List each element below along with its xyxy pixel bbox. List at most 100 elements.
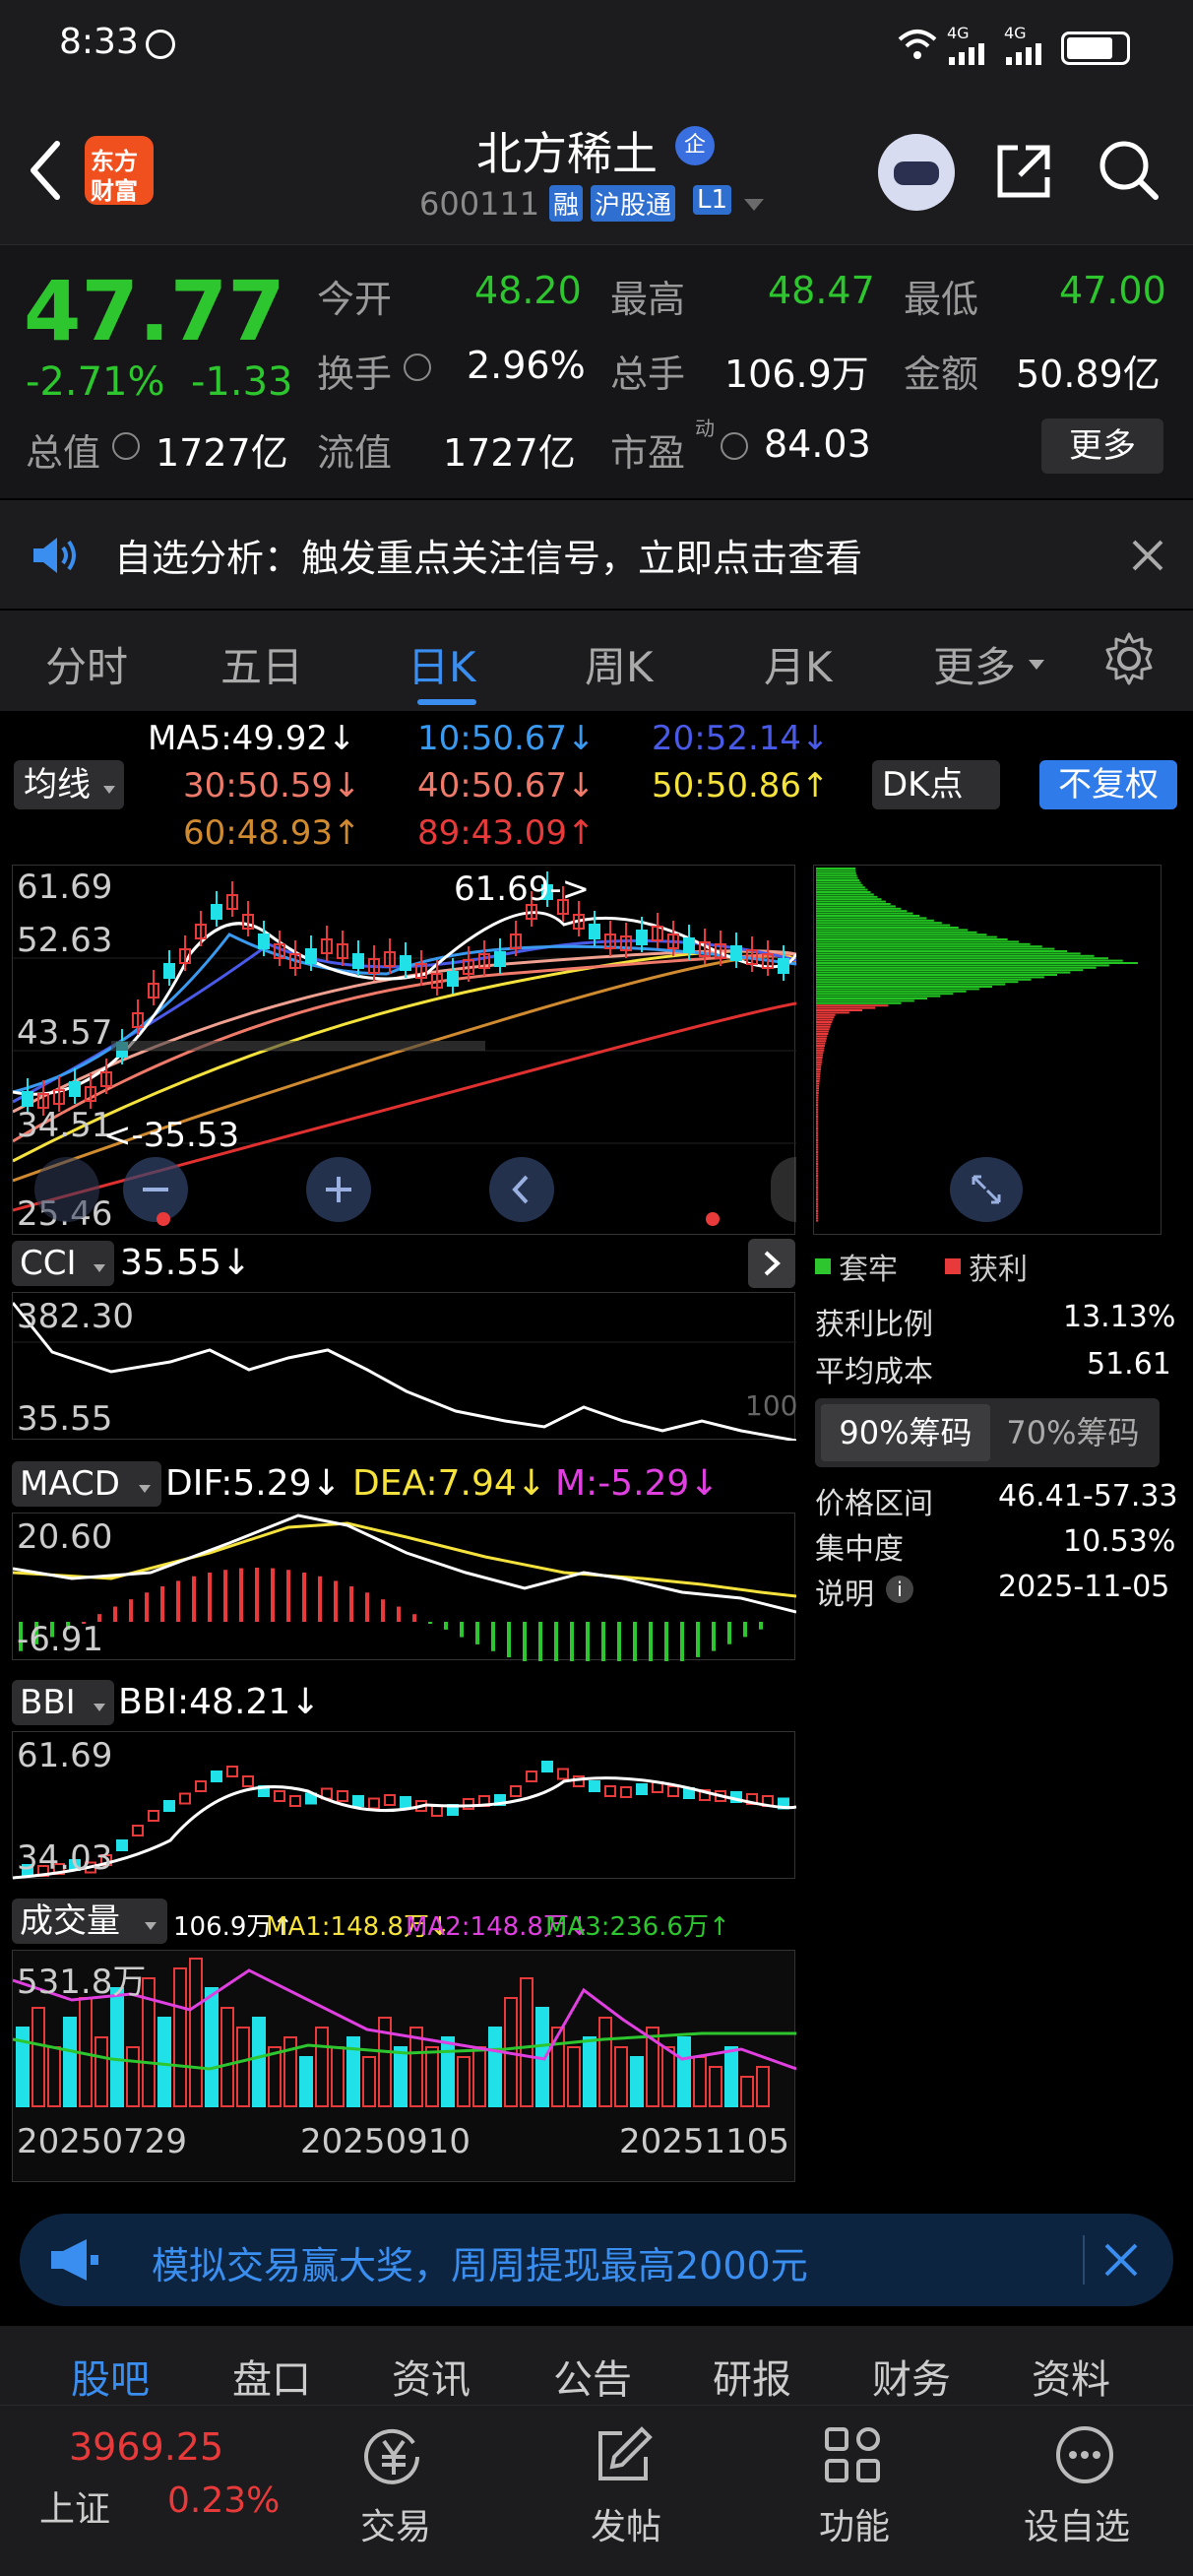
zoom-out-left-icon[interactable] — [34, 1157, 99, 1222]
chip-bar — [816, 935, 997, 938]
zoom-out-icon[interactable] — [123, 1157, 188, 1222]
chip-bar — [816, 1023, 832, 1026]
nav-post[interactable]: 发帖 — [555, 2406, 693, 2576]
chevron-down-icon[interactable] — [742, 197, 766, 213]
volume-bar — [220, 2007, 234, 2107]
info-icon[interactable] — [721, 432, 748, 460]
macd-bar — [743, 1622, 747, 1638]
macd-bar — [365, 1592, 369, 1622]
chevron-left-icon[interactable] — [489, 1157, 554, 1222]
macd-bar — [239, 1568, 243, 1622]
nav-trade[interactable]: 交易 — [325, 2406, 463, 2576]
volume-bar — [583, 2036, 596, 2107]
promo-banner[interactable]: 模拟交易赢大奖，周周提现最高2000元 — [20, 2214, 1173, 2306]
share-icon[interactable] — [992, 140, 1055, 203]
volume-bar — [709, 2066, 722, 2107]
chip-bar — [816, 1118, 818, 1121]
volume-bar — [110, 1987, 124, 2107]
volume-bar — [236, 2027, 250, 2107]
tab-finance[interactable]: 财务 — [872, 2348, 951, 2405]
chip-bar — [816, 947, 1055, 950]
macd-bar — [334, 1580, 338, 1622]
macd-bar — [538, 1622, 542, 1668]
more-button[interactable]: 更多 — [1041, 419, 1163, 474]
adjust-button[interactable]: 不复权 — [1039, 760, 1177, 809]
bbi-candle — [148, 1810, 159, 1822]
notice-bar[interactable]: 自选分析：触发重点关注信号，立即点击查看 — [0, 498, 1193, 609]
chip-bar — [816, 869, 856, 872]
chip-bar — [816, 1045, 825, 1047]
chip-bar — [816, 910, 908, 913]
chip-bar — [816, 1200, 818, 1203]
nav-functions[interactable]: 功能 — [784, 2406, 921, 2576]
index-value: 3969.25 — [69, 2425, 224, 2469]
date-start: 20250729 — [17, 2122, 188, 2161]
note-label: 说明 — [815, 1578, 874, 1612]
ma60-value: 60:48.93↑ — [183, 813, 361, 853]
pe-label: 市盈 — [610, 431, 686, 475]
tab-intraday[interactable]: 分时 — [45, 634, 128, 694]
back-icon[interactable] — [22, 136, 71, 205]
info-icon[interactable] — [404, 354, 431, 381]
tab-more[interactable]: 更多 — [933, 634, 1016, 694]
more-dots-icon — [1053, 2423, 1116, 2486]
dk-point-button[interactable]: DK点 — [872, 760, 1000, 809]
macd-bar — [176, 1580, 180, 1622]
chip-bar — [816, 912, 913, 915]
chip-bar — [816, 1037, 827, 1040]
volume-bar — [47, 2046, 61, 2107]
chip-bar — [816, 886, 865, 889]
macd-dea: DEA:7.94↓ — [352, 1463, 546, 1504]
chip-bar — [816, 993, 954, 996]
chip-bar — [816, 898, 882, 901]
chip-bar — [816, 1198, 818, 1200]
expand-icon[interactable] — [950, 1157, 1023, 1222]
ma10-value: 10:50.67↓ — [417, 719, 596, 758]
volume-bar — [315, 2027, 329, 2107]
candle — [447, 971, 459, 987]
chip-bar — [816, 1025, 831, 1028]
tab-forum[interactable]: 股吧 — [71, 2348, 150, 2405]
tab-announcements[interactable]: 公告 — [553, 2348, 632, 2405]
info-icon[interactable] — [112, 432, 140, 460]
tab-news[interactable]: 资讯 — [392, 2348, 471, 2405]
chip-bar — [816, 1059, 823, 1062]
macd-m: M:-5.29↓ — [555, 1463, 720, 1504]
info-icon[interactable]: i — [886, 1576, 913, 1603]
chip-bar — [816, 1189, 818, 1191]
tab-profile[interactable]: 资料 — [1032, 2348, 1110, 2405]
tab-5day[interactable]: 五日 — [220, 634, 303, 694]
avg-cost-label: 平均成本 — [815, 1355, 933, 1389]
kline-panel[interactable]: 61.69 52.63 43.57 34.51 25.46 61.69-> <-… — [12, 865, 796, 1235]
close-icon[interactable] — [1102, 2241, 1140, 2279]
volume-bar — [567, 2046, 581, 2107]
tab-weekly-k[interactable]: 周K — [585, 634, 654, 694]
chip-bar — [816, 969, 1084, 972]
chip-bar — [816, 945, 1042, 948]
macd-chart — [12, 1513, 797, 1676]
index-ticker[interactable]: 3969.25 上证 0.23% — [0, 2406, 295, 2576]
tab-chip-70[interactable]: 70%筹码 — [992, 1404, 1154, 1461]
close-icon[interactable] — [1130, 538, 1165, 573]
zoom-in-icon[interactable] — [306, 1157, 371, 1222]
tab-orderbook[interactable]: 盘口 — [232, 2348, 311, 2405]
chip-bar — [816, 1125, 818, 1127]
macd-bar — [255, 1568, 259, 1622]
active-tab-indicator — [417, 699, 476, 705]
cci-ref: 100 — [745, 1389, 798, 1422]
chip-bar — [816, 1170, 818, 1173]
nav-set-watchlist[interactable]: 设自选 — [1008, 2406, 1165, 2576]
expand-panel-button[interactable] — [748, 1239, 795, 1288]
tab-monthly-k[interactable]: 月K — [764, 634, 833, 694]
search-icon[interactable] — [1097, 138, 1162, 203]
chip-bar — [816, 1160, 818, 1163]
tab-daily-k[interactable]: 日K — [408, 634, 476, 694]
legend-profit-swatch — [945, 1258, 961, 1274]
robot-avatar-icon[interactable] — [878, 134, 955, 211]
ma40-value: 40:50.67↓ — [417, 766, 596, 805]
tab-chip-90[interactable]: 90%筹码 — [821, 1404, 990, 1461]
settings-icon[interactable] — [1100, 630, 1158, 687]
cci-panel: 382.30 35.55 100 — [11, 1292, 798, 1443]
bbi-panel: 61.69 34.03 — [12, 1731, 797, 1880]
tab-research[interactable]: 研报 — [713, 2348, 791, 2405]
